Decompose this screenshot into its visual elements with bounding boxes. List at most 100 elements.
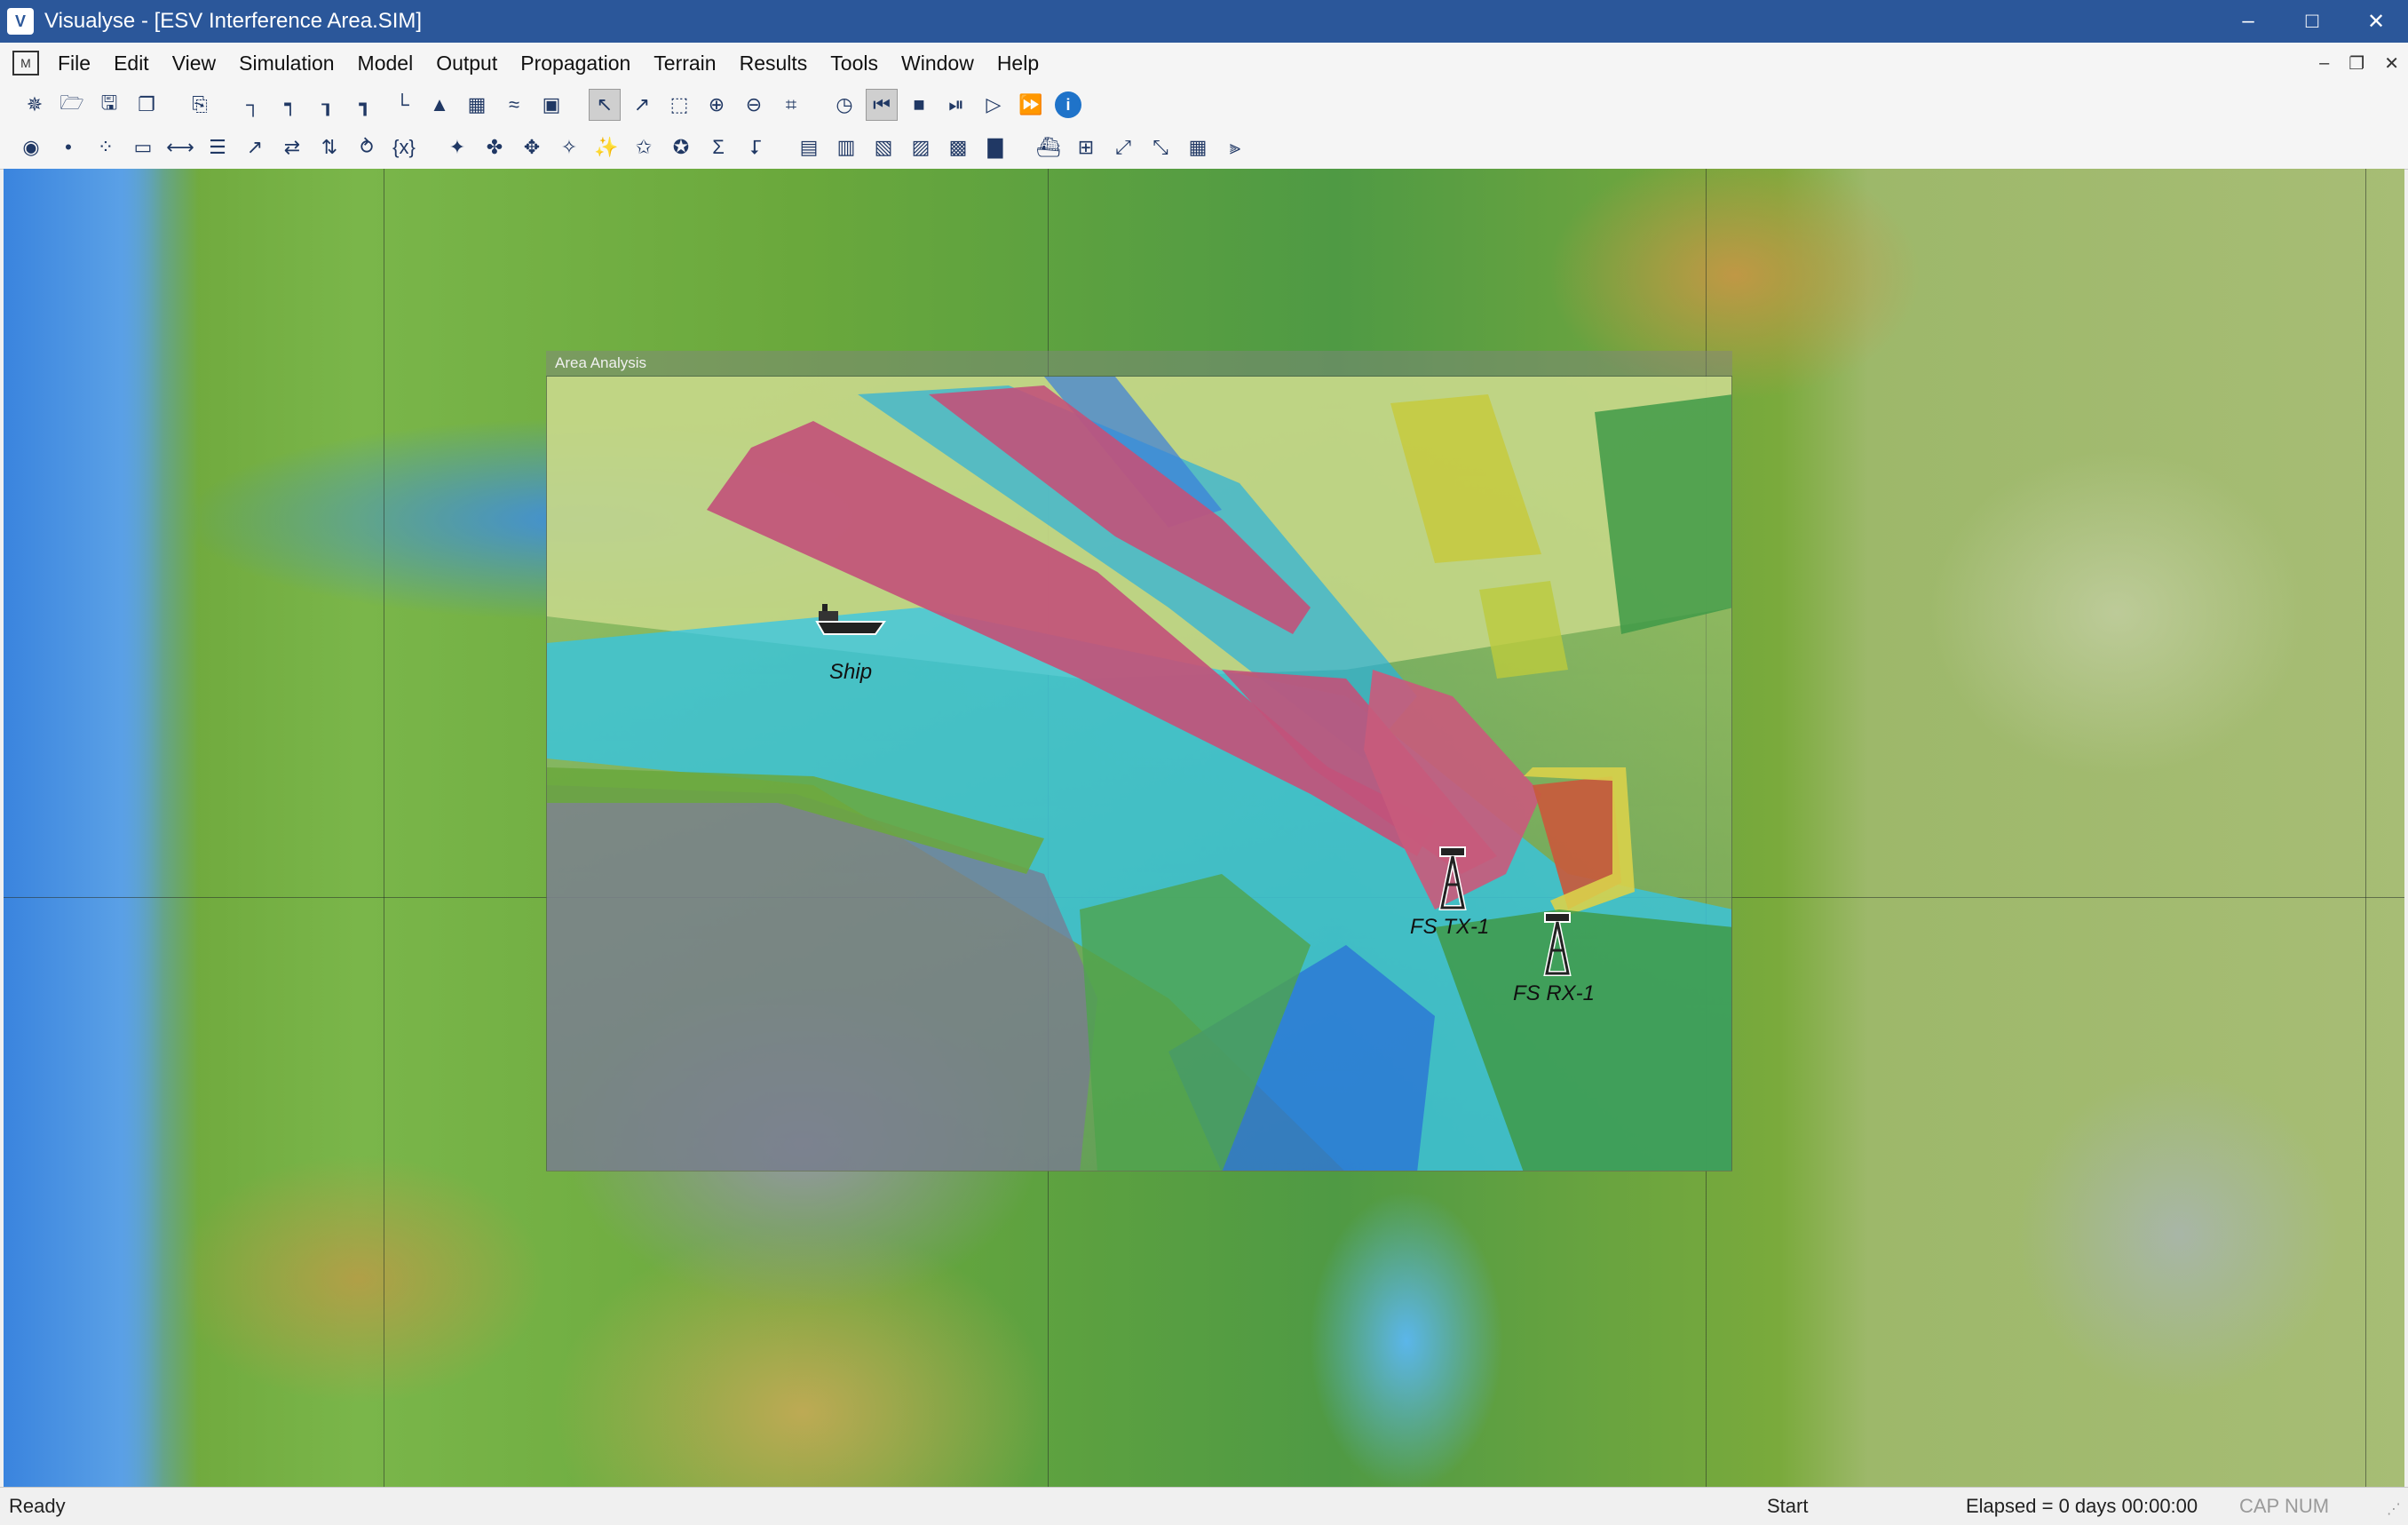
menu-edit[interactable]: Edit (102, 52, 161, 75)
window-title: Visualyse - [ESV Interference Area.SIM] (44, 9, 423, 33)
group-icon[interactable]: ⇅ (313, 131, 345, 163)
menu-results[interactable]: Results (728, 52, 820, 75)
menu-terrain[interactable]: Terrain (642, 52, 727, 75)
sum-icon[interactable]: Σ (702, 131, 734, 163)
define-icon-1[interactable]: ┐ (237, 89, 269, 121)
menu-tools[interactable]: Tools (819, 52, 890, 75)
ship-icon[interactable]: ⛴ (1033, 131, 1065, 163)
step-icon[interactable]: ⏯ (940, 89, 972, 121)
ship-marker[interactable] (813, 595, 888, 639)
station-icon[interactable]: • (52, 131, 84, 163)
window-controls: – □ ✕ (2216, 0, 2408, 43)
status-bar: Ready Start Elapsed = 0 days 00:00:00 CA… (0, 1487, 2408, 1525)
define-icon-5[interactable]: └ (386, 89, 418, 121)
map-view[interactable]: Area Analysis Ship FS TX-1 FS RX-1 (4, 169, 2404, 1487)
beam-icon[interactable]: ▭ (127, 131, 159, 163)
table-icon[interactable]: ▦ (461, 89, 493, 121)
define-icon-2[interactable]: ┑ (274, 89, 306, 121)
add-icon[interactable]: ⊞ (1070, 131, 1102, 163)
terrain-icon-3[interactable]: ✧ (553, 131, 585, 163)
area-icon-1[interactable]: ▤ (793, 131, 825, 163)
maximize-button[interactable]: □ (2280, 0, 2344, 43)
area-icon-5[interactable]: ▩ (942, 131, 974, 163)
area-icon-4[interactable]: ▨ (905, 131, 937, 163)
clock-icon[interactable]: ◷ (828, 89, 860, 121)
chart-icon[interactable]: ≈ (498, 89, 530, 121)
river-left (4, 169, 199, 1487)
area-analysis-header[interactable]: Area Analysis (546, 351, 1732, 376)
area-analysis-overlay (547, 377, 1731, 1171)
menu-propagation[interactable]: Propagation (509, 52, 642, 75)
tower-icon (1543, 912, 1572, 976)
copy-icon[interactable]: ⎘ (184, 89, 216, 121)
vary-icon[interactable]: ⥁ (351, 131, 383, 163)
mdi-close-button[interactable]: ✕ (2384, 52, 2399, 75)
area-icon-2[interactable]: ▥ (830, 131, 862, 163)
mdi-minimize-button[interactable]: – (2319, 53, 2329, 74)
grid-line (2365, 169, 2366, 1487)
define-icon-3[interactable]: ┒ (312, 89, 344, 121)
zoom-fit-icon[interactable]: ⌗ (775, 89, 807, 121)
document-menu-icon[interactable]: M (12, 51, 39, 75)
ship-label: Ship (829, 660, 873, 684)
menu-output[interactable]: Output (424, 52, 509, 75)
close-button[interactable]: ✕ (2344, 0, 2408, 43)
path-icon[interactable]: ⇄ (276, 131, 308, 163)
interference-icon[interactable]: ☰ (202, 131, 234, 163)
terrain-icon-2[interactable]: ✥ (516, 131, 548, 163)
fs-rx-1-label: FS RX-1 (1513, 981, 1596, 1005)
filter-icon[interactable]: ⫸ (1219, 131, 1251, 163)
open-icon[interactable]: 🗁 (56, 89, 88, 121)
menu-help[interactable]: Help (986, 52, 1050, 75)
fs-tx-1-marker[interactable] (1435, 840, 1470, 911)
antenna-icon[interactable]: ◉ (15, 131, 47, 163)
analysis-icon[interactable]: ⮦ (740, 131, 772, 163)
terrain-icon-6[interactable]: ✪ (665, 131, 697, 163)
play-icon[interactable]: ▷ (978, 89, 1010, 121)
info-icon[interactable]: i (1055, 91, 1081, 118)
mesh-icon[interactable]: ▦ (1182, 131, 1214, 163)
zoom-in-icon[interactable]: ⊕ (701, 89, 733, 121)
resize-icon[interactable]: ⤢ (1107, 131, 1139, 163)
new-icon[interactable]: ✵ (19, 89, 51, 121)
select-multi-icon[interactable]: ↗ (626, 89, 658, 121)
ruler-icon[interactable]: ⤡ (1145, 131, 1176, 163)
carrier-icon[interactable]: ✦ (441, 131, 473, 163)
terrain-icon-5[interactable]: ✩ (628, 131, 660, 163)
terrain-icon-4[interactable]: ✨ (590, 131, 622, 163)
tower-icon (1438, 846, 1467, 910)
menu-view[interactable]: View (161, 52, 227, 75)
zoom-out-icon[interactable]: ⊖ (738, 89, 770, 121)
select-area-icon[interactable]: ⬚ (663, 89, 695, 121)
save-icon[interactable]: 🖫 (93, 89, 125, 121)
constellation-icon[interactable]: ⁘ (90, 131, 122, 163)
variables-icon[interactable]: {x} (388, 131, 420, 163)
terrain-icon-1[interactable]: ✤ (479, 131, 511, 163)
model-toolbar: ◉ • ⁘ ▭ ⟷ ☰ ↗ ⇄ ⇅ ⥁ {x} ✦ ✤ ✥ ✧ ✨ ✩ ✪ Σ … (0, 126, 2408, 170)
menu-file[interactable]: File (46, 52, 102, 75)
river-center (1309, 1190, 1504, 1487)
main-toolbar: ✵ 🗁 🖫 ❐ ⎘ ┐ ┑ ┒ ┓ └ ▲ ▦ ≈ ▣ ↖ ↗ ⬚ ⊕ ⊖ ⌗ … (0, 83, 2408, 126)
fs-rx-1-marker[interactable] (1540, 906, 1575, 977)
area-icon-6[interactable]: ▇ (979, 131, 1011, 163)
define-icon-6[interactable]: ▲ (424, 89, 455, 121)
window-icon[interactable]: ▣ (535, 89, 567, 121)
app-icon[interactable]: V (7, 8, 34, 35)
define-icon-4[interactable]: ┓ (349, 89, 381, 121)
save-as-icon[interactable]: ❐ (131, 89, 162, 121)
stop-icon[interactable]: ■ (903, 89, 935, 121)
select-icon[interactable]: ↖ (589, 89, 621, 121)
area-analysis-panel[interactable] (546, 376, 1732, 1172)
mdi-restore-button[interactable]: ❐ (2349, 52, 2364, 75)
propagation-icon[interactable]: ↗ (239, 131, 271, 163)
minimize-button[interactable]: – (2216, 0, 2280, 43)
fast-forward-icon[interactable]: ⏩ (1015, 89, 1047, 121)
area-icon-3[interactable]: ▧ (867, 131, 899, 163)
menu-simulation[interactable]: Simulation (227, 52, 345, 75)
status-elapsed: Elapsed = 0 days 00:00:00 (1966, 1495, 2198, 1517)
link-icon[interactable]: ⟷ (164, 131, 196, 163)
menu-window[interactable]: Window (890, 52, 986, 75)
menu-model[interactable]: Model (346, 52, 425, 75)
rewind-icon[interactable]: ⏮ (866, 89, 898, 121)
resize-grip-icon[interactable]: ⋰ (2387, 1500, 2401, 1518)
